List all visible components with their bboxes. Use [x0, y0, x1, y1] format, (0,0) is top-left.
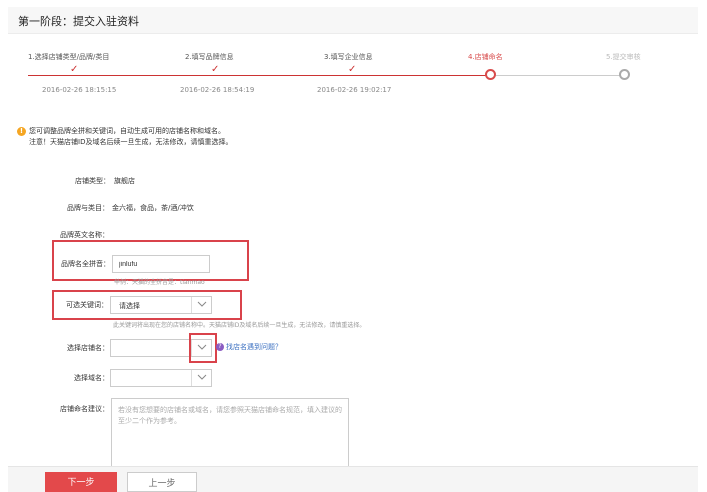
step-3-time: 2016-02-26 19:02:17	[317, 86, 392, 94]
keyword-label: 可选关键词：	[66, 301, 108, 309]
chevron-down-icon[interactable]	[191, 297, 211, 313]
step-2-label: 2.填写品牌信息	[185, 53, 234, 61]
notice: ! 您可调整品牌全拼和关键词，自动生成可用的店铺名称和域名。 注意！天猫店铺ID…	[17, 126, 233, 148]
suggest-label: 店铺命名建议：	[60, 405, 109, 413]
step-5-label: 5.提交审核	[606, 53, 641, 61]
keyword-hint: 此关键词将出现在您的店铺名称中。天猫店铺ID及域名后续一旦生成，无法修改，请慎重…	[113, 322, 366, 329]
step-circle-icon	[619, 69, 630, 80]
step-4-label: 4.店铺命名	[468, 53, 503, 61]
prev-button[interactable]: 上一步	[127, 472, 197, 492]
question-icon: ?	[216, 343, 224, 351]
domain-select[interactable]	[110, 369, 212, 387]
help-link[interactable]: ? 找店名遇到问题？	[216, 342, 282, 352]
suggest-placeholder: 若没有您想要的店铺名或域名，请您参照天猫店铺命名规范，填入建议的至少二个作为参考…	[118, 406, 342, 425]
shop-name-label: 选择店铺名：	[67, 344, 109, 352]
step-1-time: 2016-02-26 18:15:15	[42, 86, 117, 94]
brand-en-label: 品牌英文名称：	[60, 231, 109, 239]
step-line-todo	[496, 75, 622, 76]
step-2-time: 2016-02-26 18:54:19	[180, 86, 255, 94]
step-circle-icon	[485, 69, 496, 80]
check-icon: ✓	[348, 64, 357, 75]
check-icon: ✓	[70, 64, 79, 75]
shop-type-value: 旗舰店	[114, 177, 135, 185]
page-header: 第一阶段：提交入驻资料	[8, 7, 698, 34]
step-1-label: 1.选择店铺类型/品牌/类目	[28, 53, 110, 61]
brand-pinyin-hint: 举例：天猫的全拼音是：tianmao	[114, 279, 205, 286]
warning-icon: !	[17, 127, 26, 136]
suggest-textarea[interactable]: 若没有您想要的店铺名或域名，请您参照天猫店铺命名规范，填入建议的至少二个作为参考…	[111, 398, 349, 468]
brand-pinyin-label: 品牌名全拼音：	[61, 260, 110, 268]
brand-pinyin-input[interactable]	[112, 255, 210, 273]
page-title: 第一阶段：提交入驻资料	[18, 15, 139, 28]
next-button[interactable]: 下一步	[45, 472, 117, 492]
domain-label: 选择域名：	[74, 374, 109, 382]
help-link-text[interactable]: 找店名遇到问题？	[226, 343, 282, 351]
step-progress: 1.选择店铺类型/品牌/类目 2.填写品牌信息 3.填写企业信息 4.店铺命名 …	[10, 44, 700, 104]
brand-category-label: 品牌与类目：	[67, 204, 109, 212]
step-3-label: 3.填写企业信息	[324, 53, 373, 61]
chevron-down-icon[interactable]	[191, 370, 211, 386]
shop-type-label: 店铺类型：	[75, 177, 110, 185]
step-line-done	[28, 75, 490, 76]
keyword-select-value: 请选择	[119, 302, 140, 310]
notice-line-1: 您可调整品牌全拼和关键词，自动生成可用的店铺名称和域名。	[29, 127, 225, 135]
keyword-select[interactable]: 请选择	[110, 296, 212, 314]
check-icon: ✓	[211, 64, 220, 75]
brand-category-value: 金六福，食品，茶/酒/冲饮	[112, 204, 194, 212]
notice-line-2: 注意！天猫店铺ID及域名后续一旦生成，无法修改，请慎重选择。	[29, 138, 233, 146]
highlight-box-shop-name-arrow	[189, 333, 217, 363]
